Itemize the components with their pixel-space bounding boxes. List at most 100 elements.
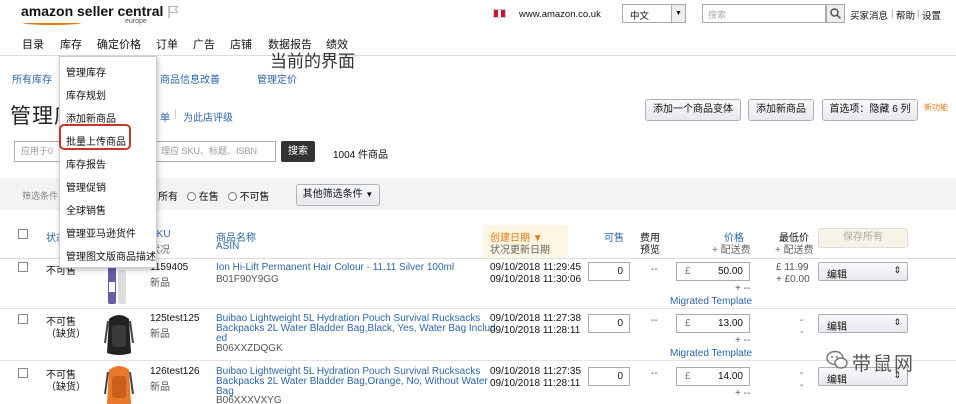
language-select[interactable]: 中文 ▼: [622, 4, 686, 23]
menu-manage-fba-shipments[interactable]: 管理亚马逊货件: [66, 225, 136, 240]
marketplace-url[interactable]: www.amazon.co.uk: [519, 9, 601, 20]
col-available[interactable]: 可售: [604, 229, 624, 244]
col-fee-preview: 预览: [640, 245, 660, 256]
filter-label: 筛选条件: [22, 191, 59, 201]
subnav-all-inventory[interactable]: 所有库存: [12, 71, 52, 86]
quantity-input[interactable]: 0: [588, 262, 630, 281]
menu-enhanced-content[interactable]: 管理图文版商品描述: [66, 248, 156, 263]
menu-manage-promotions[interactable]: 管理促销: [66, 179, 106, 194]
menu-global-selling[interactable]: 全球销售: [66, 202, 106, 217]
subnav-listing-quality[interactable]: 商品信息改善: [160, 71, 220, 86]
hair-colour-product-image[interactable]: [104, 262, 134, 306]
row-lowest-shipping: -: [800, 380, 804, 391]
shipping-template-link[interactable]: Migrated Template: [670, 348, 752, 359]
row-updated-date: 09/10/2018 11:28:11: [490, 325, 581, 336]
price-input[interactable]: £50.00: [676, 262, 750, 281]
chevron-updown-icon: ⇕: [893, 317, 901, 327]
menu-manage-inventory[interactable]: 管理库存: [66, 64, 106, 79]
row-status-detail: （缺货）: [46, 382, 86, 393]
buyer-messages-link[interactable]: 买家消息: [850, 8, 888, 22]
nav-pricing[interactable]: 确定价格: [97, 36, 141, 52]
col-status-date: 状况更新日期: [490, 245, 550, 256]
row-updated-date: 09/10/2018 11:28:11: [490, 378, 581, 389]
row-checkbox[interactable]: [18, 314, 28, 324]
row-asin: B06XXXVXYG: [216, 395, 282, 404]
row-lowest-price: -: [800, 368, 804, 379]
fee-preview-value: --: [651, 264, 658, 275]
edit-button[interactable]: 编辑 ⇕: [818, 262, 908, 281]
subnav-manage-pricing[interactable]: 管理定价: [257, 71, 297, 86]
flag-icon[interactable]: [167, 5, 179, 19]
row-created-date: 09/10/2018 11:27:35: [490, 366, 582, 377]
row-created-date: 09/10/2018 11:27:38: [490, 313, 582, 324]
help-link[interactable]: 帮助: [896, 8, 915, 22]
filter-active-radio[interactable]: [186, 192, 196, 201]
menu-add-product[interactable]: 添加新商品: [66, 110, 116, 125]
amazon-seller-central-logo[interactable]: amazon seller central europe: [21, 3, 163, 25]
watermark-text: 带鼠网: [852, 354, 916, 375]
chevron-down-icon: ▼: [365, 190, 374, 199]
uk-flag-icon: [493, 9, 506, 18]
shipping-value: + --: [735, 335, 751, 346]
settings-link[interactable]: 设置: [922, 8, 941, 22]
nav-orders[interactable]: 订单: [156, 36, 178, 52]
inventory-search-button[interactable]: 搜索: [281, 141, 315, 162]
nav-advertising[interactable]: 广告: [193, 36, 215, 52]
select-all-checkbox[interactable]: [18, 229, 28, 239]
shipping-value: + --: [735, 283, 751, 294]
more-filters-button[interactable]: 其他筛选条件 ▼: [296, 184, 380, 206]
row-asin: B01F90Y9GG: [216, 274, 279, 285]
header-search-button[interactable]: [826, 4, 845, 23]
quantity-input[interactable]: 0: [588, 367, 630, 386]
row-product-name-line2[interactable]: Backpacks 2L Water Bladder Bag,Black, Ye…: [216, 323, 496, 334]
row-updated-date: 09/10/2018 11:30:06: [490, 274, 582, 285]
filter-inactive-radio[interactable]: [227, 192, 237, 201]
new-feature-tag: 新功能: [924, 103, 948, 112]
add-product-button[interactable]: 添加新商品: [748, 99, 814, 121]
quantity-input[interactable]: 0: [588, 314, 630, 333]
chevron-updown-icon: ⇕: [893, 265, 901, 275]
menu-inventory-reports[interactable]: 库存报告: [66, 156, 106, 171]
filter-radios: 所有 在售 不可售: [158, 188, 270, 203]
logo-region: europe: [125, 18, 147, 25]
rate-page-link[interactable]: 为此店评级: [183, 109, 233, 124]
partial-link[interactable]: 单: [160, 109, 170, 124]
wechat-icon: [826, 350, 848, 369]
menu-inventory-planning[interactable]: 库存规划: [66, 87, 106, 102]
save-all-button[interactable]: 保存所有: [818, 228, 908, 248]
row-checkbox[interactable]: [18, 262, 28, 272]
col-asin[interactable]: ASIN: [216, 241, 239, 252]
row-lowest-price: £ 11.99: [776, 262, 809, 273]
row-condition: 新品: [150, 329, 170, 340]
header-search-input[interactable]: 搜索: [702, 4, 826, 23]
fee-preview-value: --: [651, 315, 658, 326]
preferences-button[interactable]: 首选项：隐藏 6 列: [822, 99, 918, 121]
price-input[interactable]: £14.00: [676, 367, 750, 386]
annotation-label: 当前的界面: [270, 52, 355, 71]
search-icon: [830, 8, 842, 20]
nav-catalog[interactable]: 目录: [22, 36, 44, 52]
row-checkbox[interactable]: [18, 368, 28, 378]
row-product-name[interactable]: Ion Hi-Lift Permanent Hair Colour - 11.1…: [216, 262, 454, 273]
row-lowest-shipping: + £0.00: [776, 274, 810, 285]
price-input[interactable]: £13.00: [676, 314, 750, 333]
orange-backpack-image[interactable]: [102, 364, 136, 404]
row-lowest-shipping: -: [800, 327, 804, 338]
row-created-date: 09/10/2018 11:29:45: [490, 262, 582, 273]
add-variation-button[interactable]: 添加一个商品变体: [645, 99, 741, 121]
shipping-template-link[interactable]: Migrated Template: [670, 296, 752, 307]
filter-all-label: 所有: [158, 192, 178, 203]
row-status-detail: （缺货）: [46, 329, 86, 340]
inventory-dropdown-menu: 管理库存 库存规划 添加新商品 批量上传商品 库存报告 管理促销 全球销售 管理…: [59, 56, 157, 268]
nav-stores[interactable]: 店铺: [230, 36, 252, 52]
row-sku: 126test126: [150, 366, 200, 377]
filter-inactive-label: 不可售: [239, 192, 270, 203]
row-product-name-line2[interactable]: Backpacks 2L Water Bladder Bag,Orange, N…: [216, 376, 488, 387]
amazon-smile-icon: [23, 21, 81, 25]
black-backpack-image[interactable]: [102, 313, 136, 357]
row-condition: 新品: [150, 278, 170, 289]
nav-inventory[interactable]: 库存: [60, 36, 82, 52]
result-count: 1004 件商品: [333, 150, 389, 161]
row-condition: 新品: [150, 382, 170, 393]
edit-button[interactable]: 编辑 ⇕: [818, 314, 908, 333]
